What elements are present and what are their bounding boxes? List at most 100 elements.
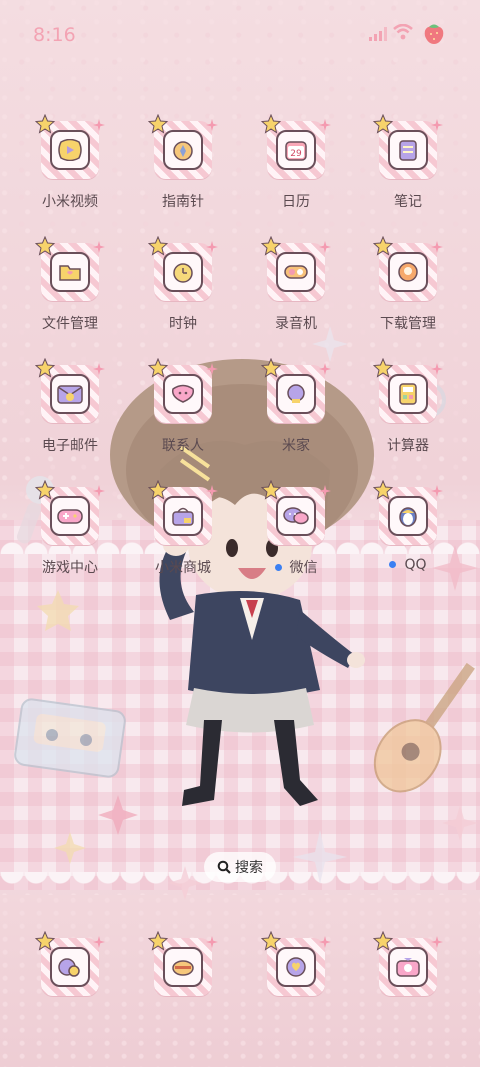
dock-app-browser[interactable] — [240, 930, 352, 996]
strawberry-battery-icon — [424, 24, 444, 44]
status-bar: 8:16 — [0, 0, 480, 64]
app-icon-tile — [260, 357, 331, 423]
star-sticker-icon — [147, 479, 169, 500]
dock-app-messages[interactable] — [127, 930, 239, 996]
calculator-icon — [388, 374, 428, 414]
svg-text:29: 29 — [290, 149, 302, 159]
sparkle-icon — [93, 933, 105, 948]
sparkle-icon — [93, 238, 105, 253]
app-icon-tile — [147, 479, 218, 545]
star-sticker-icon — [34, 930, 56, 951]
star-sticker-icon — [372, 357, 394, 378]
recorder-icon — [276, 252, 316, 292]
app-icon-tile — [147, 235, 218, 301]
app-icon-tile — [260, 479, 331, 545]
sparkle-icon — [93, 360, 105, 375]
new-notification-dot — [389, 560, 397, 568]
sparkle-icon — [206, 238, 218, 253]
dock-browser-icon — [276, 947, 316, 987]
app-icon-mail[interactable]: 电子邮件 — [14, 357, 126, 455]
notes-icon — [388, 130, 428, 170]
star-sticker-icon — [372, 479, 394, 500]
app-icon-folder[interactable]: 文件管理 — [14, 235, 126, 333]
star-sticker-icon — [34, 479, 56, 500]
gamepad-icon — [50, 496, 90, 536]
dock-app-phone[interactable] — [14, 930, 126, 996]
app-icon-recorder[interactable]: 录音机 — [240, 235, 352, 333]
dock-camera-icon — [388, 947, 428, 987]
app-icon-contacts[interactable]: 联系人 — [127, 357, 239, 455]
app-icon-download[interactable]: 下载管理 — [352, 235, 464, 333]
sparkle-icon — [431, 238, 443, 253]
sparkle-icon — [93, 482, 105, 497]
app-icon-shop[interactable]: 小米商城 — [127, 479, 239, 577]
app-label-text: 日历 — [282, 194, 310, 210]
star-sticker-icon — [260, 930, 282, 951]
sparkle-icon — [431, 116, 443, 131]
star-sticker-icon — [147, 113, 169, 134]
star-sticker-icon — [147, 357, 169, 378]
app-icon-calendar[interactable]: 29 日历 — [240, 113, 352, 211]
app-icon-gamepad[interactable]: 游戏中心 — [14, 479, 126, 577]
app-icon-calculator[interactable]: 计算器 — [352, 357, 464, 455]
mail-icon — [50, 374, 90, 414]
app-label: 米家 — [240, 435, 352, 455]
sparkle-icon — [431, 360, 443, 375]
app-icon-wechat[interactable]: 微信 — [240, 479, 352, 577]
app-icon-tile — [34, 357, 105, 423]
sparkle-icon — [206, 360, 218, 375]
download-icon — [388, 252, 428, 292]
app-icon-tile — [147, 357, 218, 423]
app-label: 日历 — [240, 191, 352, 211]
sparkle-icon — [319, 238, 331, 253]
app-label-text: 录音机 — [275, 316, 317, 332]
app-icon-tile — [147, 113, 218, 179]
dock-app-camera[interactable] — [352, 930, 464, 996]
app-label: 微信 — [240, 557, 352, 577]
sparkle-icon — [206, 116, 218, 131]
app-label: 下载管理 — [352, 313, 464, 333]
dock-messages-icon — [163, 947, 203, 987]
mijia-icon — [276, 374, 316, 414]
sparkle-icon — [319, 116, 331, 131]
app-label-text: 电子邮件 — [42, 438, 98, 454]
app-label: QQ — [352, 557, 464, 573]
app-icon-video-play[interactable]: 小米视频 — [14, 113, 126, 211]
app-icon-tile — [372, 930, 443, 996]
qq-penguin-icon — [388, 496, 428, 536]
app-icon-tile — [372, 479, 443, 545]
star-sticker-icon — [260, 357, 282, 378]
app-icon-tile — [260, 235, 331, 301]
app-label-text: 米家 — [282, 438, 310, 454]
app-label: 时钟 — [127, 313, 239, 333]
search-button[interactable]: 搜索 — [204, 852, 276, 882]
app-icon-tile — [34, 235, 105, 301]
app-label-text: 小米视频 — [42, 194, 98, 210]
app-icon-clock[interactable]: 时钟 — [127, 235, 239, 333]
sparkle-icon — [319, 360, 331, 375]
app-icon-notes[interactable]: 笔记 — [352, 113, 464, 211]
star-sticker-icon — [147, 235, 169, 256]
app-icon-tile — [34, 930, 105, 996]
app-icon-tile — [34, 479, 105, 545]
app-icon-tile — [260, 930, 331, 996]
app-label: 游戏中心 — [14, 557, 126, 577]
star-sticker-icon — [372, 235, 394, 256]
app-label-text: 小米商城 — [155, 560, 211, 576]
app-icon-mijia[interactable]: 米家 — [240, 357, 352, 455]
star-sticker-icon — [372, 113, 394, 134]
app-label-text: QQ — [404, 557, 427, 573]
sparkle-icon — [93, 116, 105, 131]
app-label-text: 游戏中心 — [42, 560, 98, 576]
app-label-text: 笔记 — [394, 194, 422, 210]
contacts-icon — [163, 374, 203, 414]
shop-icon — [163, 496, 203, 536]
sparkle-icon — [431, 933, 443, 948]
app-label-text: 联系人 — [162, 438, 204, 454]
clock-icon — [163, 252, 203, 292]
app-label: 小米视频 — [14, 191, 126, 211]
app-icon-compass[interactable]: 指南针 — [127, 113, 239, 211]
app-icon-qq-penguin[interactable]: QQ — [352, 479, 464, 573]
app-label: 联系人 — [127, 435, 239, 455]
app-icon-tile — [372, 357, 443, 423]
